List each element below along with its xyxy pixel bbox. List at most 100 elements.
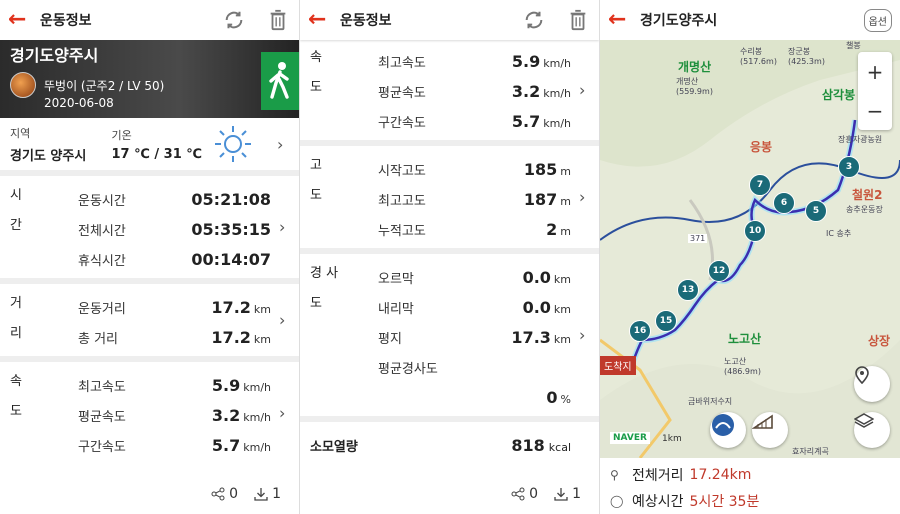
pin-icon: ⚲ — [610, 468, 619, 482]
region-value: 경기도 양주시 — [10, 148, 87, 164]
stat-value: 2m — [546, 219, 571, 239]
stat-row: 총 거리 17.2 km — [78, 322, 271, 352]
back-arrow-icon[interactable]: ← — [308, 9, 334, 31]
stat-label: 운동시간 — [78, 193, 126, 209]
stat-row: 시작고도 185 m — [378, 154, 571, 184]
route-pin[interactable]: 15 — [655, 310, 677, 332]
page-title: 운동정보 — [40, 13, 92, 29]
refresh-icon[interactable] — [521, 7, 547, 33]
altitude-chart-button[interactable] — [752, 412, 788, 448]
walking-icon — [261, 52, 299, 110]
stat-label: 운동거리 — [78, 301, 126, 317]
layers-button[interactable] — [854, 412, 890, 448]
expected-time-value: 5시간 35분 — [689, 494, 760, 510]
stat-value: 5.7 km/h — [211, 435, 271, 455]
speed-section[interactable]: 속도 최고속도 5.9 km/h 평균속도 3.2 km/h 구간속도 5.7 km/h › — [0, 362, 299, 464]
stat-value: 5.7 km/h — [511, 111, 571, 131]
stat-label: 최고속도 — [78, 379, 126, 395]
category-label: 리 — [10, 326, 22, 341]
stat-row: 평지 17.3 km — [378, 322, 571, 352]
chevron-right-icon[interactable]: › — [579, 81, 591, 100]
stat-row: 구간속도 5.7 km/h — [378, 106, 571, 136]
screen-map: ← 경기도양주시 옵션 개명산 개명산 (559.9m) 수리봉 (517.6m… — [600, 0, 900, 514]
chevron-right-icon[interactable]: › — [279, 218, 291, 237]
temperature-label: 기온 — [111, 128, 132, 142]
stat-value: 5.9 km/h — [511, 51, 571, 71]
slope-icon — [752, 414, 773, 429]
trash-icon[interactable] — [265, 7, 291, 33]
route-pin[interactable]: 5 — [805, 200, 827, 222]
route-pin[interactable]: 16 — [629, 320, 651, 342]
slope-section[interactable]: 경 사도 오르막 0.0 km 내리막 0.0 km 평지 17.3 km 평균경사도 0%… — [300, 254, 599, 422]
stat-label: 오르막 — [378, 271, 414, 287]
map-label: 응봉 — [750, 140, 773, 154]
back-arrow-icon[interactable]: ← — [8, 9, 34, 31]
download-button[interactable]: 1 — [554, 486, 581, 502]
chevron-right-icon[interactable]: › — [579, 188, 591, 207]
activity-date: 2020-06-08 — [44, 96, 114, 110]
route-pin[interactable]: 6 — [773, 192, 795, 214]
stat-label: 평균속도 — [78, 409, 126, 425]
stat-row: 평균속도 3.2 km/h — [378, 76, 571, 106]
chevron-right-icon[interactable]: › — [279, 404, 291, 423]
chevron-right-icon[interactable]: › — [279, 311, 291, 330]
location-button[interactable] — [854, 366, 890, 402]
compass-icon — [712, 414, 734, 436]
route-pin[interactable]: 3 — [838, 156, 860, 178]
zoom-out-button[interactable]: − — [867, 99, 884, 123]
category-label: 도 — [10, 404, 22, 419]
map-scale: 1km — [662, 434, 682, 444]
stat-row: 최고속도 5.9 km/h — [78, 370, 271, 400]
map-label: 철원2 — [852, 188, 883, 202]
user-name: 뚜벙이 (군주2 / LV 50) — [44, 78, 165, 93]
stat-row: 구간속도 5.7 km/h — [78, 430, 271, 460]
map-label: 개명산 — [678, 60, 712, 74]
distance-section[interactable]: 거리 운동거리 17.2 km 총 거리 17.2 km › — [0, 284, 299, 362]
download-count: 1 — [272, 486, 281, 502]
weather-row[interactable]: 지역 경기도 양주시 기온 17 ℃ / 31 ℃ › — [0, 118, 299, 176]
map-label: 371 — [688, 234, 708, 243]
stat-label: 평균속도 — [378, 85, 426, 101]
temperature-value: 17 ℃ / 31 ℃ — [111, 146, 203, 162]
share-icon — [511, 487, 525, 501]
time-section[interactable]: 시간 운동시간 05:21:08 전체시간 05:35:15 휴식시간 00:14:0… — [0, 176, 299, 284]
stat-label: 시작고도 — [378, 163, 426, 179]
share-button[interactable]: 0 — [211, 486, 238, 502]
refresh-icon[interactable] — [221, 7, 247, 33]
route-pin[interactable]: 12 — [708, 260, 730, 282]
route-pin[interactable]: 7 — [749, 174, 771, 196]
zoom-in-button[interactable]: + — [867, 60, 884, 84]
options-button[interactable]: 옵션 — [863, 8, 892, 32]
speed-section[interactable]: 속도 최고속도 5.9 km/h 평균속도 3.2 km/h 구간속도 5.7 km/h › — [300, 40, 599, 146]
stat-label: 내리막 — [378, 301, 414, 317]
stat-row: 최고속도 5.9 km/h — [378, 46, 571, 76]
chevron-right-icon[interactable]: › — [579, 326, 591, 345]
trash-icon[interactable] — [565, 7, 591, 33]
download-button[interactable]: 1 — [254, 486, 281, 502]
back-arrow-icon[interactable]: ← — [608, 9, 634, 31]
stat-value: 5.9 km/h — [211, 375, 271, 395]
avatar[interactable] — [10, 72, 36, 98]
map-label: 삼각봉 — [822, 88, 856, 102]
calorie-row: 소모열량 818 kcal — [300, 422, 599, 468]
share-button[interactable]: 0 — [511, 486, 538, 502]
stat-row: 운동시간 05:21:08 — [78, 184, 271, 214]
category-label: 거 — [10, 296, 22, 311]
altitude-section[interactable]: 고도 시작고도 185 m 최고고도 187 m 누적고도 2 m › — [300, 146, 599, 254]
map-label: IC 송추 — [826, 229, 852, 238]
arrival-marker[interactable]: 도착지 — [600, 356, 636, 375]
stat-row: 누적고도 2 m — [378, 214, 571, 244]
stat-value: 05:21:08 — [191, 189, 271, 209]
map-label: 노고산 (486.9m) — [724, 357, 761, 376]
category-label: 간 — [10, 218, 22, 233]
route-pin[interactable]: 10 — [744, 220, 766, 242]
stat-label: 평균경사도 — [378, 361, 438, 377]
map-label: 장군봉 (425.3m) — [788, 47, 825, 66]
stat-label: 평지 — [378, 331, 402, 347]
chevron-right-icon[interactable]: › — [277, 135, 289, 154]
compass-button[interactable] — [710, 412, 746, 448]
map-label: 효자리계곡 — [792, 447, 829, 456]
route-map[interactable]: 개명산 개명산 (559.9m) 수리봉 (517.6m) 장군봉 (425.3… — [600, 40, 900, 458]
total-distance-value: 17.24km — [689, 467, 752, 483]
route-pin[interactable]: 13 — [677, 279, 699, 301]
